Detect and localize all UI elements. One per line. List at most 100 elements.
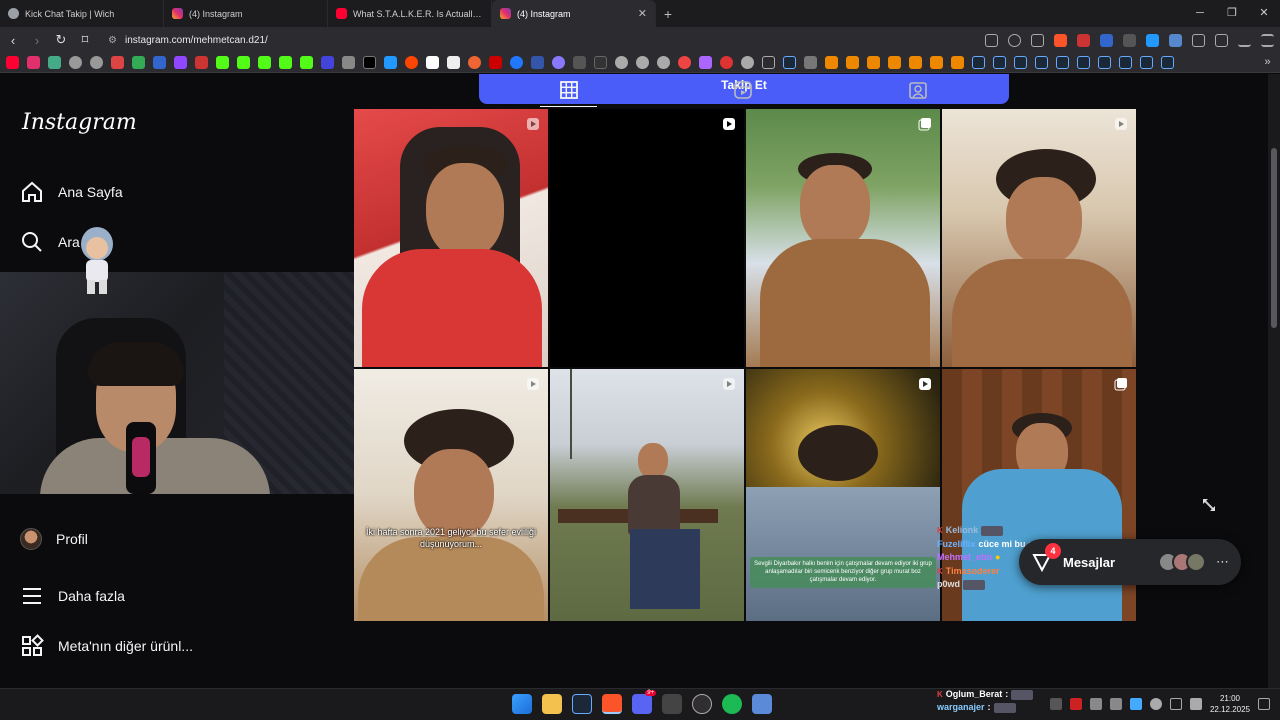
menu-icon[interactable] bbox=[1261, 33, 1274, 47]
more-options-icon[interactable]: ⋯ bbox=[1216, 554, 1229, 570]
spotify-icon[interactable] bbox=[722, 694, 742, 714]
bookmark-icon[interactable] bbox=[195, 56, 208, 69]
nav-home[interactable]: Ana Sayfa bbox=[20, 180, 123, 204]
bookmark-kick-icon[interactable] bbox=[258, 56, 271, 69]
instagram-logo[interactable]: Instagram bbox=[22, 110, 137, 135]
tray-icon[interactable] bbox=[1049, 698, 1062, 710]
new-tab-button[interactable]: + bbox=[656, 6, 680, 22]
bookmark-steam-icon[interactable] bbox=[1119, 56, 1132, 69]
bookmark-icon[interactable] bbox=[489, 56, 502, 69]
steam-icon[interactable] bbox=[572, 694, 592, 714]
back-icon[interactable]: ‹ bbox=[6, 33, 20, 48]
minimize-icon[interactable]: ─ bbox=[1184, 0, 1216, 27]
restore-icon[interactable]: ❐ bbox=[1216, 0, 1248, 27]
bookmark-icon[interactable] bbox=[615, 56, 628, 69]
bookmark-kick-icon[interactable] bbox=[216, 56, 229, 69]
nav-meta[interactable]: Meta'nın diğer ürünl... bbox=[20, 634, 193, 658]
volume-icon[interactable] bbox=[1189, 698, 1202, 710]
bookmark-icon[interactable] bbox=[846, 56, 859, 69]
bookmark-steam-icon[interactable] bbox=[1140, 56, 1153, 69]
post-thumbnail[interactable] bbox=[354, 109, 548, 367]
bookmark-icon[interactable] bbox=[153, 56, 166, 69]
messages-bar[interactable]: 4 Mesajlar ⋯ bbox=[1019, 539, 1241, 585]
notifications-icon[interactable] bbox=[1258, 698, 1270, 710]
zoom-icon[interactable] bbox=[1008, 33, 1021, 47]
bookmark-icon[interactable] bbox=[720, 56, 733, 69]
bookmark-gmail-icon[interactable] bbox=[111, 56, 124, 69]
bookmark-icon[interactable] bbox=[279, 56, 292, 69]
bookmark-steam-icon[interactable] bbox=[1014, 56, 1027, 69]
bookmark-steam-icon[interactable] bbox=[993, 56, 1006, 69]
tray-icon[interactable] bbox=[1089, 698, 1102, 710]
bookmark-icon[interactable] bbox=[510, 56, 523, 69]
extension-icon[interactable] bbox=[1146, 33, 1159, 47]
post-thumbnail[interactable] bbox=[550, 109, 744, 367]
posts-grid-icon[interactable] bbox=[559, 80, 579, 100]
clock[interactable]: 21:00 22.12.2025 bbox=[1210, 693, 1250, 715]
start-icon[interactable] bbox=[512, 694, 532, 714]
app-icon[interactable] bbox=[752, 694, 772, 714]
obs-icon[interactable] bbox=[692, 694, 712, 714]
post-thumbnail[interactable]: İki hafta sonra 2021 geliyor bu sefer ev… bbox=[354, 369, 548, 621]
download-icon[interactable] bbox=[1238, 34, 1251, 47]
bookmark-reddit-icon[interactable] bbox=[405, 56, 418, 69]
bookmark-steam-icon[interactable] bbox=[1098, 56, 1111, 69]
tray-icon[interactable] bbox=[1069, 698, 1082, 710]
reload-icon[interactable]: ↻ bbox=[54, 32, 68, 48]
share-icon[interactable] bbox=[1031, 33, 1044, 47]
bookmark-icon[interactable] bbox=[909, 56, 922, 69]
microphone-icon[interactable] bbox=[1149, 698, 1162, 710]
discord-icon[interactable]: 9+ bbox=[632, 690, 656, 714]
bookmark-icon[interactable] bbox=[594, 56, 607, 69]
bookmark-icon[interactable] bbox=[678, 56, 691, 69]
bookmark-icon[interactable] bbox=[741, 56, 754, 69]
extension-icon[interactable] bbox=[1123, 33, 1136, 47]
forward-icon[interactable]: › bbox=[30, 33, 44, 48]
extensions-puzzle-icon[interactable] bbox=[1192, 33, 1205, 47]
bookmark-icon[interactable]: ⌑ bbox=[78, 32, 92, 48]
sidebar-icon[interactable] bbox=[1215, 33, 1228, 47]
bookmark-steam-icon[interactable] bbox=[972, 56, 985, 69]
bookmark-icon[interactable] bbox=[48, 56, 61, 69]
bookmark-icon[interactable] bbox=[804, 56, 817, 69]
close-tab-icon[interactable]: ✕ bbox=[638, 7, 647, 20]
bookmark-steam-icon[interactable] bbox=[1035, 56, 1048, 69]
nav-profile[interactable]: Profil bbox=[20, 528, 88, 550]
post-thumbnail[interactable]: Sevgili Diyarbakır halkı benim için çatı… bbox=[746, 369, 940, 621]
bookmark-steam-icon[interactable] bbox=[1056, 56, 1069, 69]
bookmark-drive-icon[interactable] bbox=[132, 56, 145, 69]
bookmark-icon[interactable] bbox=[573, 56, 586, 69]
post-thumbnail[interactable] bbox=[746, 109, 940, 367]
bookmark-icon[interactable] bbox=[90, 56, 103, 69]
tab-youtube[interactable]: What S.T.A.L.K.E.R. Is Actually like #sh bbox=[328, 0, 492, 27]
bookmark-kick-icon[interactable] bbox=[237, 56, 250, 69]
bookmark-icon[interactable] bbox=[447, 56, 460, 69]
bookmark-icon[interactable] bbox=[930, 56, 943, 69]
bookmark-icon[interactable] bbox=[867, 56, 880, 69]
extension-icon[interactable] bbox=[1169, 33, 1182, 47]
bookmark-icon[interactable] bbox=[657, 56, 670, 69]
post-thumbnail[interactable] bbox=[942, 109, 1136, 367]
bookmark-icon[interactable] bbox=[321, 56, 334, 69]
bookmark-folder-icon[interactable] bbox=[762, 56, 775, 69]
app-icon[interactable] bbox=[662, 694, 682, 714]
bookmark-steam-icon[interactable] bbox=[783, 56, 796, 69]
bookmark-instagram-icon[interactable] bbox=[27, 56, 40, 69]
bookmark-icon[interactable] bbox=[825, 56, 838, 69]
bookmark-icon[interactable] bbox=[69, 56, 82, 69]
extension-icon[interactable] bbox=[1077, 33, 1090, 47]
bookmarks-overflow-icon[interactable]: » bbox=[1261, 56, 1274, 69]
extension-icon[interactable] bbox=[1100, 33, 1113, 47]
reels-icon[interactable] bbox=[733, 80, 753, 100]
cast-icon[interactable] bbox=[985, 33, 998, 47]
bookmark-icon[interactable] bbox=[531, 56, 544, 69]
bookmark-icon[interactable] bbox=[342, 56, 355, 69]
post-thumbnail[interactable] bbox=[550, 369, 744, 621]
bookmark-steam-icon[interactable] bbox=[1077, 56, 1090, 69]
bookmark-icon[interactable] bbox=[468, 56, 481, 69]
bookmark-icon[interactable] bbox=[951, 56, 964, 69]
bookmark-youtube-icon[interactable] bbox=[6, 56, 19, 69]
bookmark-icon[interactable] bbox=[426, 56, 439, 69]
bookmark-icon[interactable] bbox=[384, 56, 397, 69]
tagged-icon[interactable] bbox=[908, 80, 928, 100]
